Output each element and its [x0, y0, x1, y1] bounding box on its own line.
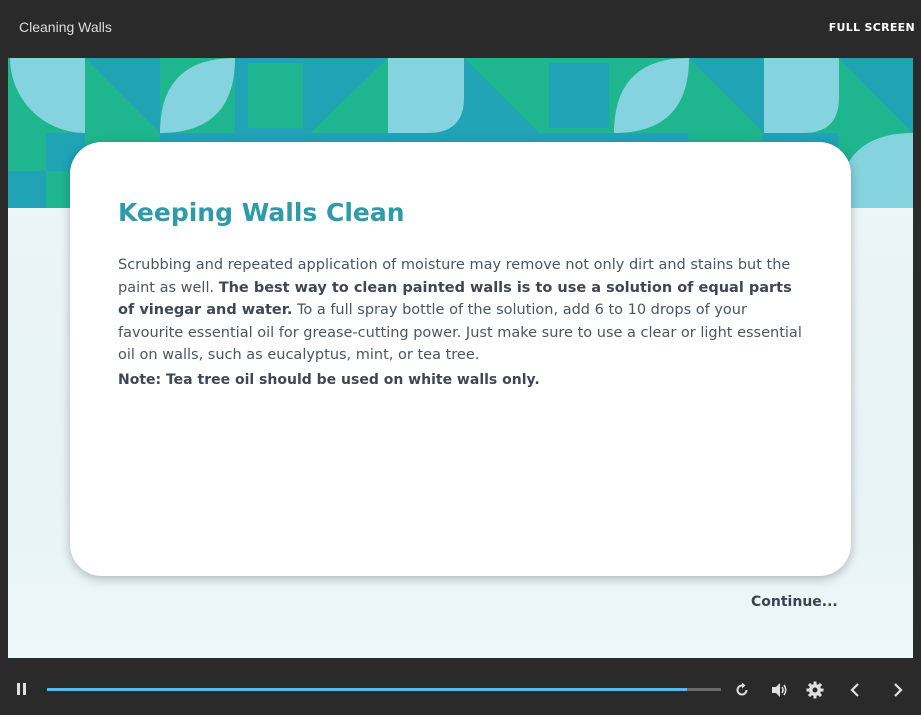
top-bar: Cleaning Walls FULL SCREEN: [0, 0, 921, 58]
slide-title: Keeping Walls Clean: [118, 198, 405, 227]
full-screen-button[interactable]: FULL SCREEN: [829, 21, 915, 34]
continue-button[interactable]: Continue...: [751, 594, 838, 610]
previous-icon[interactable]: [848, 682, 862, 698]
slide-body-text: Scrubbing and repeated application of mo…: [118, 254, 808, 367]
volume-icon[interactable]: [771, 682, 789, 698]
settings-icon[interactable]: [806, 681, 824, 699]
replay-icon[interactable]: [734, 682, 750, 698]
player-controls: [0, 658, 921, 715]
course-title: Cleaning Walls: [19, 19, 112, 35]
note-text: Note: Tea tree oil should be used on whi…: [118, 372, 540, 388]
next-icon[interactable]: [891, 682, 905, 698]
progress-bar[interactable]: [47, 688, 721, 691]
pause-icon[interactable]: [16, 682, 28, 696]
content-card: Keeping Walls Clean Scrubbing and repeat…: [70, 142, 851, 576]
progress-fill: [47, 688, 688, 691]
slide-stage: Keeping Walls Clean Scrubbing and repeat…: [8, 58, 913, 658]
